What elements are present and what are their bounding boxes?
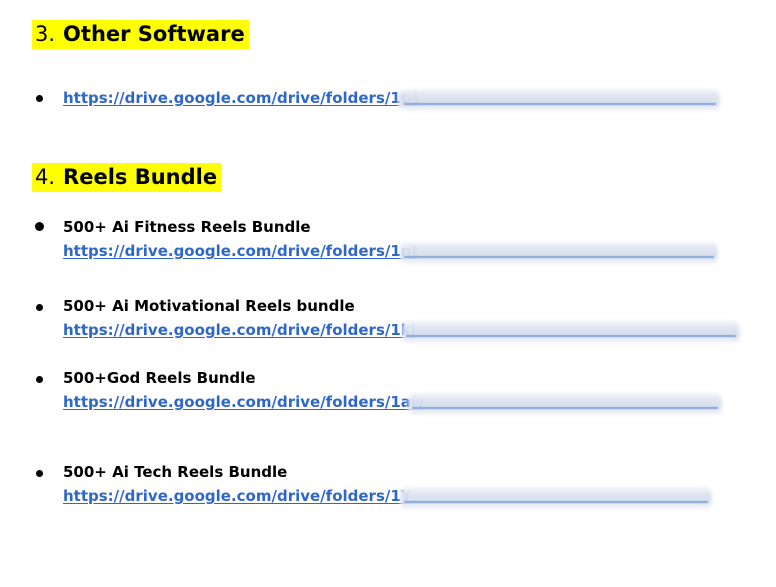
- section-heading-other-software: 3. Other Software: [32, 18, 249, 50]
- heading-highlight: 4. Reels Bundle: [32, 163, 222, 192]
- redaction-blur: [408, 391, 722, 417]
- section-number: 3.: [35, 22, 56, 46]
- reel-link[interactable]: https://drive.google.com/drive/folders/1…: [63, 321, 416, 339]
- redaction-underline: [412, 407, 718, 409]
- bullet-icon: [35, 222, 44, 231]
- other-software-link-row: https://drive.google.com/drive/folders/1…: [63, 88, 419, 110]
- reel-link-row: https://drive.google.com/drive/folders/1…: [63, 392, 425, 414]
- reel-link[interactable]: https://drive.google.com/drive/folders/1…: [63, 242, 419, 260]
- redaction-blur: [398, 87, 720, 113]
- bullet-icon: [36, 95, 43, 102]
- reel-link[interactable]: https://drive.google.com/drive/folders/1…: [63, 487, 412, 505]
- redaction-underline: [404, 501, 708, 503]
- reel-link-row: https://drive.google.com/drive/folders/1…: [63, 320, 416, 342]
- section-number: 4.: [35, 165, 56, 189]
- bullet-icon: [36, 470, 43, 477]
- reel-title: 500+ Ai Motivational Reels bundle: [63, 297, 355, 315]
- reel-link[interactable]: https://drive.google.com/drive/folders/1…: [63, 393, 425, 411]
- reel-title: 500+ Ai Fitness Reels Bundle: [63, 218, 311, 236]
- redaction-blur: [400, 240, 718, 266]
- redaction-blur: [400, 485, 712, 511]
- section-heading-reels-bundle: 4. Reels Bundle: [32, 161, 222, 193]
- reel-link-row: https://drive.google.com/drive/folders/1…: [63, 241, 419, 263]
- other-software-link[interactable]: https://drive.google.com/drive/folders/1…: [63, 89, 419, 107]
- redaction-underline: [404, 256, 714, 258]
- bullet-icon: [36, 304, 43, 311]
- redaction-underline: [404, 103, 716, 105]
- section-title: Other Software: [63, 22, 245, 46]
- reel-title: 500+God Reels Bundle: [63, 369, 256, 387]
- redaction-blur: [402, 319, 740, 345]
- reel-title: 500+ Ai Tech Reels Bundle: [63, 463, 288, 481]
- reel-link-row: https://drive.google.com/drive/folders/1…: [63, 486, 412, 508]
- heading-highlight: 3. Other Software: [32, 20, 249, 49]
- section-title: Reels Bundle: [63, 165, 218, 189]
- redaction-underline: [406, 335, 736, 337]
- bullet-icon: [36, 376, 43, 383]
